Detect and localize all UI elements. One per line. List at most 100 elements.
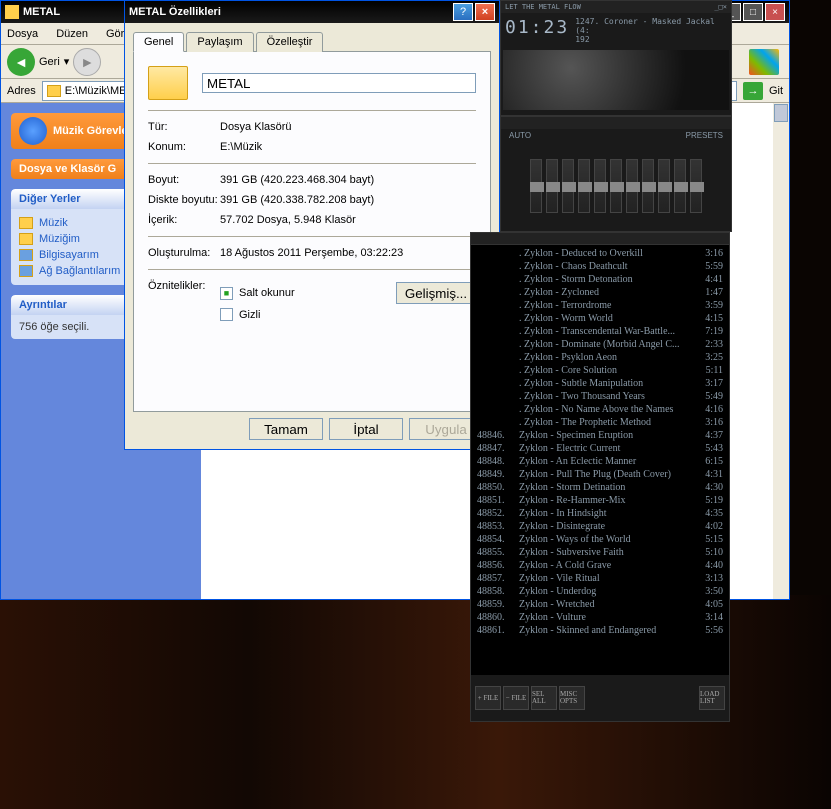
vertical-scrollbar[interactable] (773, 103, 789, 599)
playlist-row[interactable]: 48854.Zyklon - Ways of the World5:15 (475, 533, 725, 546)
playlist-row[interactable]: . Zyklon - Terrordrome3:59 (475, 299, 725, 312)
playlist-row[interactable]: . Zyklon - The Prophetic Method3:16 (475, 416, 725, 429)
eq-band-slider[interactable] (690, 159, 702, 213)
playlist-row[interactable]: . Zyklon - Zycloned1:47 (475, 286, 725, 299)
playlist-row[interactable]: 48846.Zyklon - Specimen Eruption4:37 (475, 429, 725, 442)
cancel-button[interactable]: İptal (329, 418, 403, 440)
hidden-checkbox[interactable] (220, 308, 233, 321)
slider-thumb[interactable] (578, 182, 592, 192)
maximize-button[interactable]: □ (743, 3, 763, 21)
select-all-button[interactable]: SEL ALL (531, 686, 557, 710)
playlist-row[interactable]: 48856.Zyklon - A Cold Grave4:40 (475, 559, 725, 572)
misc-opts-button[interactable]: MISC OPTS (559, 686, 585, 710)
eq-band-slider[interactable] (530, 159, 542, 213)
winamp-main-window[interactable]: LET THE METAL FLOW _□× 01:23 1247. Coron… (500, 0, 732, 116)
close-button[interactable]: × (475, 3, 495, 21)
track-number (477, 351, 519, 364)
load-list-button[interactable]: LOAD LIST (699, 686, 725, 710)
eq-auto-label[interactable]: AUTO (509, 131, 531, 140)
scrollbar-thumb[interactable] (774, 104, 788, 122)
slider-thumb[interactable] (674, 182, 688, 192)
track-duration: 5:19 (695, 494, 723, 507)
playlist-row[interactable]: 48859.Zyklon - Wretched4:05 (475, 598, 725, 611)
playlist-row[interactable]: . Zyklon - Storm Detonation4:41 (475, 273, 725, 286)
slider-thumb[interactable] (690, 182, 704, 192)
playlist-row[interactable]: . Zyklon - Chaos Deathcult5:59 (475, 260, 725, 273)
ok-button[interactable]: Tamam (249, 418, 323, 440)
playlist-rows[interactable]: . Zyklon - Deduced to Overkill3:16. Zykl… (471, 245, 729, 675)
details-text: 756 öğe seçili. (19, 321, 89, 333)
properties-dialog: METAL Özellikleri ? × Genel Paylaşım Öze… (124, 0, 500, 450)
playlist-titlebar[interactable] (471, 233, 729, 245)
advanced-button[interactable]: Gelişmiş... (396, 282, 476, 304)
back-button[interactable]: ◄ (7, 48, 35, 76)
track-title: Zyklon - Specimen Eruption (519, 429, 695, 442)
playlist-row[interactable]: 48847.Zyklon - Electric Current5:43 (475, 442, 725, 455)
playlist-row[interactable]: . Zyklon - Worm World4:15 (475, 312, 725, 325)
back-dropdown-icon[interactable]: ▾ (64, 55, 70, 68)
readonly-checkbox[interactable]: ■ (220, 287, 233, 300)
playlist-row[interactable]: 48860.Zyklon - Vulture3:14 (475, 611, 725, 624)
playlist-row[interactable]: 48861.Zyklon - Skinned and Endangered5:5… (475, 624, 725, 637)
playlist-row[interactable]: . Zyklon - No Name Above the Names4:16 (475, 403, 725, 416)
slider-thumb[interactable] (530, 182, 544, 192)
close-button[interactable]: × (765, 3, 785, 21)
playlist-row[interactable]: 48850.Zyklon - Storm Detination4:30 (475, 481, 725, 494)
window-controls[interactable]: _□× (714, 3, 727, 11)
help-button[interactable]: ? (453, 3, 473, 21)
eq-band-slider[interactable] (626, 159, 638, 213)
menu-file[interactable]: Dosya (7, 28, 38, 40)
winamp-playlist[interactable]: . Zyklon - Deduced to Overkill3:16. Zykl… (470, 232, 730, 722)
playlist-row[interactable]: 48851.Zyklon - Re-Hammer-Mix5:19 (475, 494, 725, 507)
eq-titlebar[interactable] (501, 117, 731, 129)
eq-band-slider[interactable] (674, 159, 686, 213)
eq-band-slider[interactable] (578, 159, 590, 213)
tab-customize[interactable]: Özelleştir (256, 32, 324, 52)
tab-general[interactable]: Genel (133, 32, 184, 52)
slider-thumb[interactable] (562, 182, 576, 192)
eq-band-slider[interactable] (594, 159, 606, 213)
playlist-row[interactable]: . Zyklon - Subtle Manipulation3:17 (475, 377, 725, 390)
slider-thumb[interactable] (626, 182, 640, 192)
track-number: 48848. (477, 455, 519, 468)
track-duration: 7:19 (695, 325, 723, 338)
eq-band-slider[interactable] (658, 159, 670, 213)
eq-band-slider[interactable] (562, 159, 574, 213)
track-title: . Zyklon - Deduced to Overkill (519, 247, 695, 260)
playlist-row[interactable]: 48855.Zyklon - Subversive Faith5:10 (475, 546, 725, 559)
menu-edit[interactable]: Düzen (56, 28, 88, 40)
slider-thumb[interactable] (610, 182, 624, 192)
playlist-row[interactable]: 48858.Zyklon - Underdog3:50 (475, 585, 725, 598)
eq-band-slider[interactable] (546, 159, 558, 213)
playlist-row[interactable]: . Zyklon - Transcendental War-Battle...7… (475, 325, 725, 338)
forward-button[interactable]: ► (73, 48, 101, 76)
dialog-titlebar[interactable]: METAL Özellikleri ? × (125, 1, 499, 23)
folder-name-input[interactable] (202, 73, 476, 93)
slider-thumb[interactable] (594, 182, 608, 192)
playlist-row[interactable]: . Zyklon - Core Solution5:11 (475, 364, 725, 377)
go-label: Git (769, 85, 783, 97)
playlist-row[interactable]: 48852.Zyklon - In Hindsight4:35 (475, 507, 725, 520)
slider-thumb[interactable] (546, 182, 560, 192)
playlist-row[interactable]: . Zyklon - Two Thousand Years5:49 (475, 390, 725, 403)
playlist-row[interactable]: 48848.Zyklon - An Eclectic Manner6:15 (475, 455, 725, 468)
tab-sharing[interactable]: Paylaşım (186, 32, 253, 52)
playlist-row[interactable]: 48853.Zyklon - Disintegrate4:02 (475, 520, 725, 533)
slider-thumb[interactable] (658, 182, 672, 192)
go-button[interactable]: → (743, 82, 763, 100)
remove-file-button[interactable]: − FILE (503, 686, 529, 710)
playlist-row[interactable]: . Zyklon - Psyklon Aeon3:25 (475, 351, 725, 364)
eq-presets-label[interactable]: PRESETS (686, 131, 723, 140)
album-art (503, 50, 729, 110)
playlist-row[interactable]: 48849.Zyklon - Pull The Plug (Death Cove… (475, 468, 725, 481)
winamp-equalizer[interactable]: AUTO PRESETS (500, 116, 732, 232)
playlist-row[interactable]: . Zyklon - Deduced to Overkill3:16 (475, 247, 725, 260)
slider-thumb[interactable] (642, 182, 656, 192)
playlist-row[interactable]: 48857.Zyklon - Vile Ritual3:13 (475, 572, 725, 585)
eq-band-slider[interactable] (610, 159, 622, 213)
winamp-titlebar[interactable]: LET THE METAL FLOW _□× (501, 1, 731, 13)
track-title: . Zyklon - Worm World (519, 312, 695, 325)
add-file-button[interactable]: + FILE (475, 686, 501, 710)
playlist-row[interactable]: . Zyklon - Dominate (Morbid Angel C...2:… (475, 338, 725, 351)
eq-band-slider[interactable] (642, 159, 654, 213)
